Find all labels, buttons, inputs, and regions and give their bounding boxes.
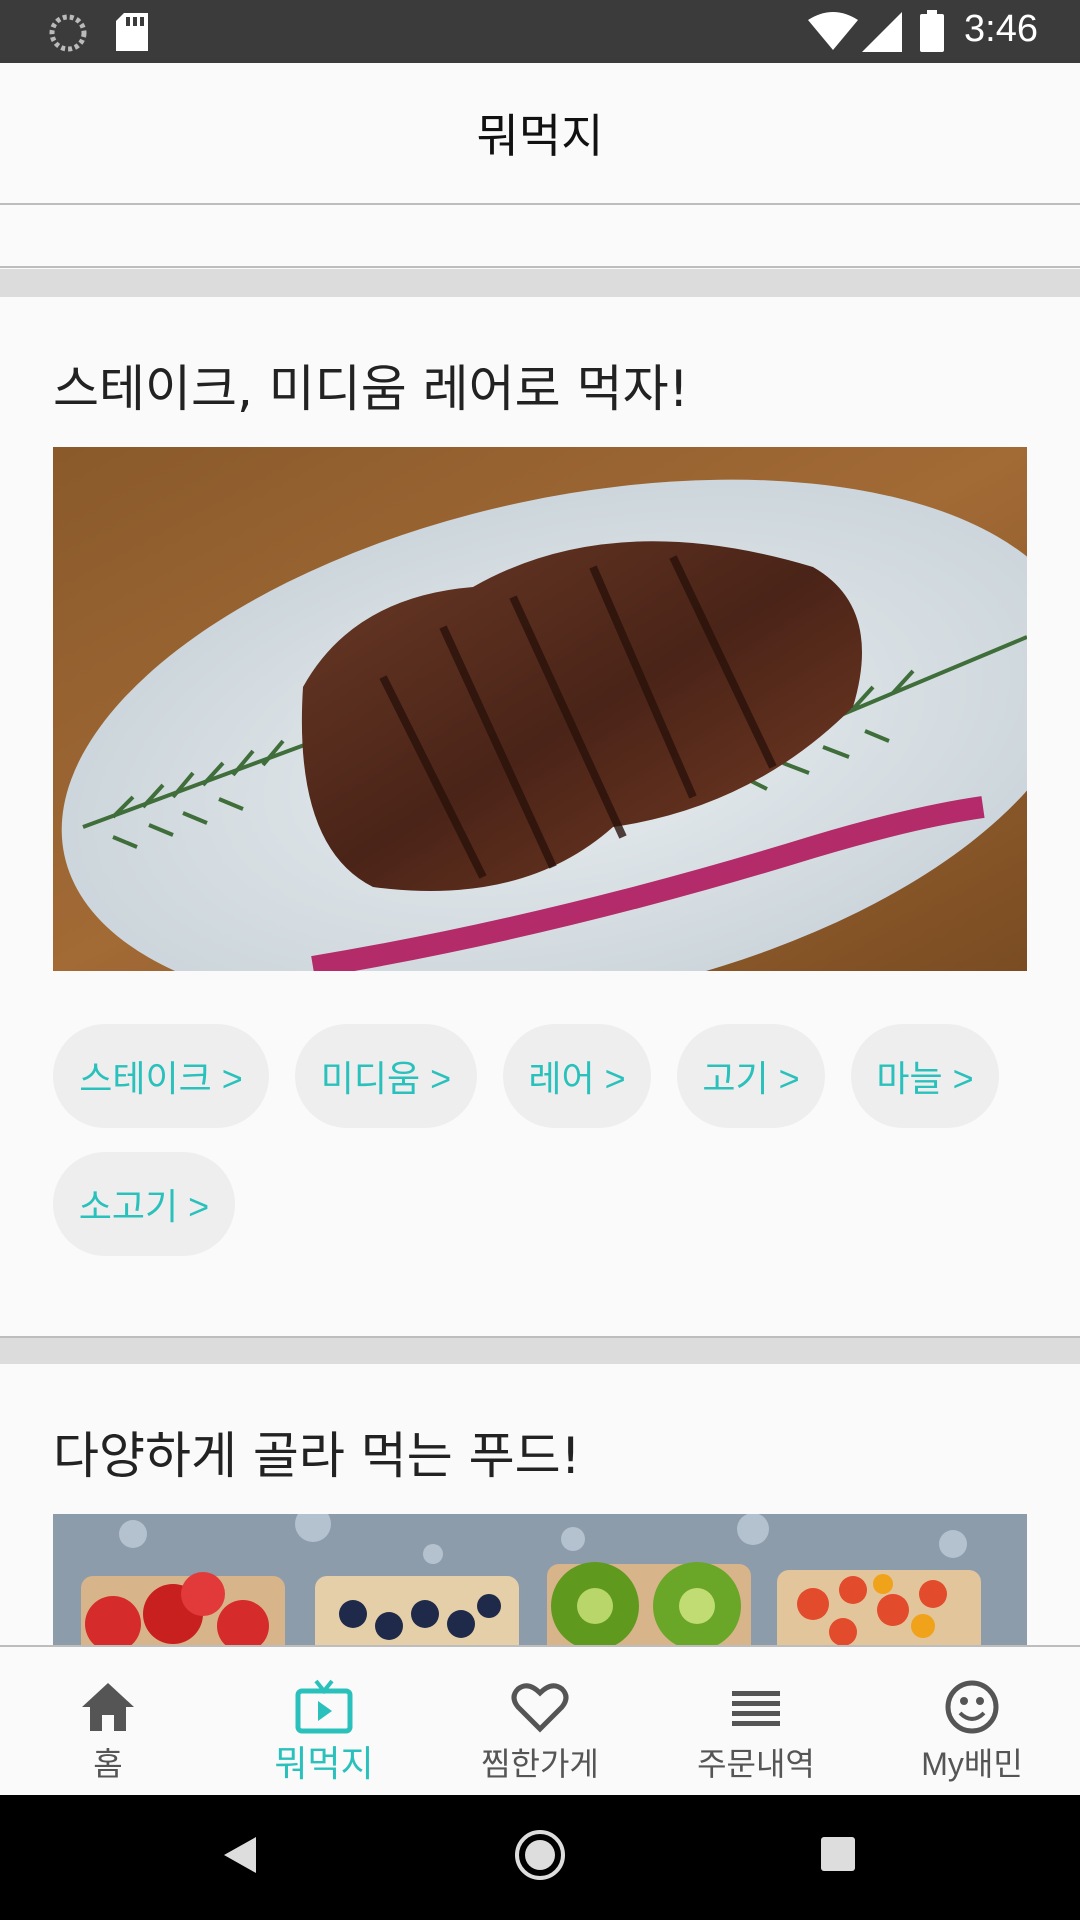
fruit-toasts-photo[interactable]: [53, 1514, 1027, 1645]
section-divider: [0, 269, 1080, 297]
steak-photo[interactable]: [53, 447, 1027, 971]
tag-chip[interactable]: 소고기 >: [53, 1152, 235, 1256]
nav-home[interactable]: 홈: [0, 1647, 216, 1795]
section-divider: [0, 1336, 1080, 1364]
bottom-navigation: 홈 뭐먹지 찜한가게 주문내역 My배민: [0, 1645, 1080, 1795]
back-icon[interactable]: [222, 1835, 258, 1879]
recommendation-card[interactable]: 스테이크, 미디움 레어로 먹자! 스테이크 > 미디움 > 레어 > 고기 >…: [0, 297, 1080, 1336]
recommendation-card[interactable]: 다양하게 골라 먹는 푸드!: [0, 1364, 1080, 1645]
card-title: 다양하게 골라 먹는 푸드!: [53, 1427, 581, 1485]
nav-label: My배민: [921, 1746, 1023, 1782]
nav-my-account[interactable]: My배민: [864, 1647, 1080, 1795]
nav-label: 홈: [93, 1746, 123, 1782]
battery-icon: [920, 10, 944, 56]
nav-what-to-eat[interactable]: 뭐먹지: [216, 1647, 432, 1795]
nav-label: 주문내역: [697, 1746, 815, 1782]
signal-icon: [862, 12, 902, 56]
tv-play-icon: [294, 1677, 354, 1737]
nav-orders[interactable]: 주문내역: [648, 1647, 864, 1795]
wifi-icon: [808, 12, 858, 54]
nav-favorites[interactable]: 찜한가게: [432, 1647, 648, 1795]
loading-icon: [48, 13, 88, 57]
page-title: 뭐먹지: [476, 109, 604, 163]
smiley-icon: [942, 1677, 1002, 1737]
sd-card-icon: [116, 13, 148, 55]
list-icon: [726, 1677, 786, 1737]
status-bar: 3:46: [0, 0, 1080, 63]
recents-icon[interactable]: [821, 1837, 855, 1875]
card-title: 스테이크, 미디움 레어로 먹자!: [53, 360, 689, 418]
home-icon: [78, 1677, 138, 1737]
heart-icon: [510, 1677, 570, 1737]
tag-chip[interactable]: 스테이크 >: [53, 1024, 269, 1128]
tag-chip[interactable]: 고기 >: [677, 1024, 825, 1128]
screen: 3:46 뭐먹지 스테이크, 미디움 레어로 먹자! 스테이크 > 미디움 > …: [0, 0, 1080, 1920]
home-button-icon[interactable]: [514, 1829, 566, 1885]
nav-label: 찜한가게: [481, 1746, 599, 1782]
status-time: 3:46: [964, 8, 1038, 50]
tag-chip[interactable]: 레어 >: [503, 1024, 651, 1128]
nav-label: 뭐먹지: [274, 1743, 374, 1784]
app-bar: 뭐먹지: [0, 63, 1080, 205]
tag-chip[interactable]: 마늘 >: [851, 1024, 999, 1128]
system-navigation-bar: [0, 1795, 1080, 1920]
tag-list: 스테이크 > 미디움 > 레어 > 고기 > 마늘 > 소고기 >: [53, 1024, 1033, 1256]
tag-chip[interactable]: 미디움 >: [295, 1024, 477, 1128]
sub-header-strip: [0, 207, 1080, 268]
